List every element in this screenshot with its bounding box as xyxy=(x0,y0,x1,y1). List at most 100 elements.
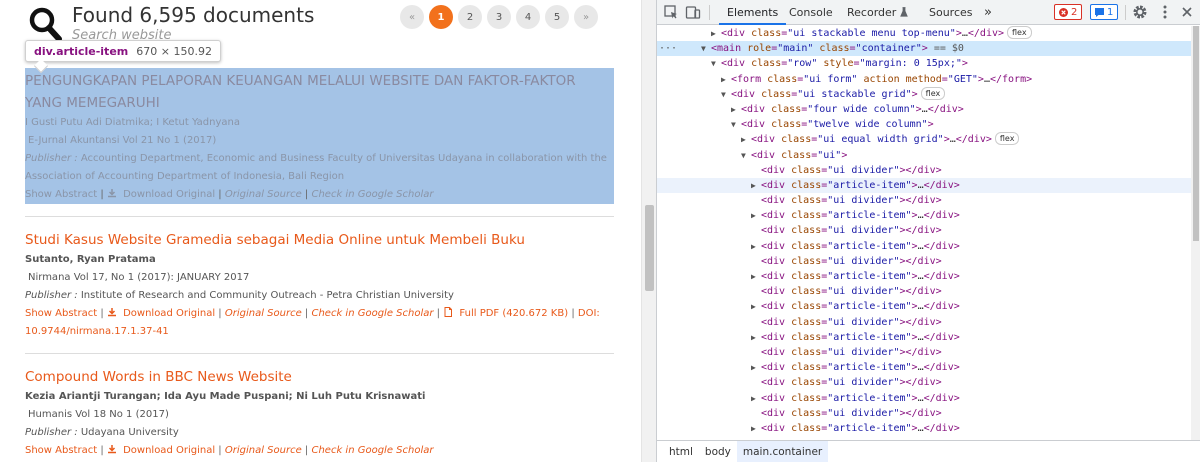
pagination-next-button[interactable]: » xyxy=(574,5,598,29)
dom-node-row[interactable]: <div class="ui divider"></div> xyxy=(657,223,1191,238)
dom-node-markup: <div class="article-item">…</div> xyxy=(761,179,960,191)
expand-triangle-icon[interactable]: ▶ xyxy=(751,299,761,314)
flex-badge[interactable]: flex xyxy=(1007,26,1032,39)
expand-triangle-icon[interactable]: ▶ xyxy=(751,239,761,254)
collapse-triangle-icon[interactable]: ▼ xyxy=(701,41,711,56)
show-abstract-link[interactable]: Show Abstract xyxy=(25,189,97,200)
pagination-prev-button[interactable]: « xyxy=(400,5,424,29)
pagination-page-1[interactable]: 1 xyxy=(429,5,453,29)
dom-node-row[interactable]: ▶ <div class="four wide column">…</div> xyxy=(657,102,1191,117)
google-scholar-link[interactable]: Check in Google Scholar xyxy=(311,189,433,200)
dom-node-row[interactable]: ▶ <div class="article-item">…</div> xyxy=(657,239,1191,254)
breadcrumb-html[interactable]: html xyxy=(663,441,699,462)
expand-triangle-icon[interactable]: ▶ xyxy=(751,208,761,223)
dom-node-row[interactable]: ··· ▼ <main role="main" class="container">… xyxy=(657,41,1191,57)
dom-node-row[interactable]: <div class="ui divider"></div> xyxy=(657,345,1191,360)
dom-node-row[interactable]: ▶ <div class="ui stackable menu top-menu"… xyxy=(657,26,1191,41)
expand-triangle-icon[interactable]: ▶ xyxy=(751,391,761,406)
dom-node-row[interactable]: <div class="ui divider"></div> xyxy=(657,375,1191,390)
expand-triangle-icon[interactable]: ▶ xyxy=(751,421,761,436)
error-count-badge[interactable]: 2 xyxy=(1054,4,1083,20)
dom-tree[interactable]: ▶ <div class="ui stackable menu top-menu"… xyxy=(657,26,1191,440)
pagination-page-5[interactable]: 5 xyxy=(545,5,569,29)
pagination-page-2[interactable]: 2 xyxy=(458,5,482,29)
kebab-menu-icon[interactable] xyxy=(1157,4,1173,20)
flex-badge[interactable]: flex xyxy=(994,132,1020,146)
dom-node-row[interactable]: ▶ <div class="article-item">…</div> xyxy=(657,269,1191,284)
tab-console[interactable]: Console xyxy=(789,0,833,25)
message-count-badge[interactable]: 1 xyxy=(1090,4,1119,20)
dom-node-row[interactable]: ▼ <div class="ui stackable grid"> flex xyxy=(657,86,1191,102)
collapse-triangle-icon[interactable]: ▼ xyxy=(731,117,741,132)
article-title-link[interactable]: Compound Words in BBC News Website xyxy=(25,366,614,388)
dom-tree-scrollbar-thumb[interactable] xyxy=(1193,26,1199,241)
dom-node-markup: <div class="ui divider"></div> xyxy=(761,255,942,267)
expand-triangle-icon[interactable]: ▶ xyxy=(721,72,731,87)
expand-triangle-icon[interactable]: ▶ xyxy=(741,132,751,147)
dom-node-row[interactable]: <div class="ui divider"></div> xyxy=(657,406,1191,421)
collapse-triangle-icon[interactable]: ▼ xyxy=(711,56,721,71)
page-scrollbar-thumb[interactable] xyxy=(645,205,654,291)
original-source-link[interactable]: Original Source xyxy=(225,308,302,319)
download-original-link[interactable]: Download Original xyxy=(123,445,215,456)
google-scholar-link[interactable]: Check in Google Scholar xyxy=(311,308,433,319)
google-scholar-link[interactable]: Check in Google Scholar xyxy=(311,445,433,456)
dom-node-row[interactable]: ▶ <div class="article-item">…</div> xyxy=(657,421,1191,436)
message-icon xyxy=(1095,7,1104,17)
device-toolbar-icon[interactable] xyxy=(685,4,701,20)
dom-node-row[interactable]: ▼ <div class="row" style="margin: 0 15px;… xyxy=(657,56,1191,71)
dom-node-row[interactable]: <div class="ui divider"></div> xyxy=(657,163,1191,178)
pagination-page-3[interactable]: 3 xyxy=(487,5,511,29)
dom-node-row[interactable]: ▶ <div class="article-item">…</div> xyxy=(657,299,1191,314)
publisher-label: Publisher : xyxy=(25,427,78,438)
expand-triangle-icon[interactable]: ▶ xyxy=(751,178,761,193)
article-title-link[interactable]: PENGUNGKAPAN PELAPORAN KEUANGAN MELALUI … xyxy=(25,70,614,114)
dom-node-markup: <div class="twelve wide column"> xyxy=(741,119,934,131)
inspect-element-icon[interactable] xyxy=(663,4,679,20)
download-original-link[interactable]: Download Original xyxy=(123,308,215,319)
more-tabs-button[interactable]: » xyxy=(984,0,992,25)
row-options-dots[interactable]: ··· xyxy=(659,41,677,56)
dom-node-row[interactable]: ▶ <div class="article-item">…</div> xyxy=(657,208,1191,223)
dom-node-row[interactable]: ▶ <div class="article-item">…</div> xyxy=(657,360,1191,375)
dom-node-row[interactable]: ▶ <div class="article-item">…</div> xyxy=(657,177,1191,194)
gear-icon[interactable] xyxy=(1132,4,1148,20)
dom-node-row[interactable]: ▶ <div class="article-item">…</div> xyxy=(657,391,1191,406)
dom-tree-scrollbar[interactable] xyxy=(1191,26,1200,440)
tab-sources[interactable]: Sources xyxy=(929,0,973,25)
collapse-triangle-icon[interactable]: ▼ xyxy=(721,87,731,102)
page-scrollbar[interactable] xyxy=(641,0,656,462)
dom-node-row[interactable]: ▼ <div class="twelve wide column"> xyxy=(657,117,1191,132)
breadcrumb-main-container[interactable]: main.container xyxy=(736,440,829,462)
dom-node-row[interactable]: ▶ <div class="ui equal width grid">…</div… xyxy=(657,132,1191,147)
expand-triangle-icon[interactable]: ▶ xyxy=(711,26,721,41)
article-divider xyxy=(25,216,614,217)
dom-node-row[interactable]: <div class="ui divider"></div> xyxy=(657,284,1191,299)
close-icon[interactable] xyxy=(1179,4,1195,20)
download-original-link[interactable]: Download Original xyxy=(123,189,215,200)
original-source-link[interactable]: Original Source xyxy=(225,189,302,200)
doi-link[interactable]: 10.9744/nirmana.17.1.37-41 xyxy=(25,326,169,337)
expand-triangle-icon[interactable]: ▶ xyxy=(751,360,761,375)
tab-recorder[interactable]: Recorder xyxy=(847,0,908,25)
dom-node-row[interactable]: <div class="ui divider"></div> xyxy=(657,193,1191,208)
expand-triangle-icon[interactable]: ▶ xyxy=(731,102,741,117)
show-abstract-link[interactable]: Show Abstract xyxy=(25,308,97,319)
dom-node-row[interactable]: ▶ <form class="ui form" action method="GE… xyxy=(657,72,1191,87)
search-icon[interactable] xyxy=(28,6,62,42)
article-title-link[interactable]: Studi Kasus Website Gramedia sebagai Med… xyxy=(25,229,614,251)
dom-node-row[interactable]: ▶ <div class="article-item">…</div> xyxy=(657,330,1191,345)
dom-node-row[interactable]: ▼ <div class="ui"> xyxy=(657,148,1191,163)
tab-elements[interactable]: Elements xyxy=(719,0,787,25)
flex-badge[interactable]: flex xyxy=(920,86,946,100)
full-pdf-link[interactable]: Full PDF (420.672 KB) xyxy=(459,308,568,319)
breadcrumb-body[interactable]: body xyxy=(699,441,737,462)
collapse-triangle-icon[interactable]: ▼ xyxy=(741,148,751,163)
pagination-page-4[interactable]: 4 xyxy=(516,5,540,29)
original-source-link[interactable]: Original Source xyxy=(225,445,302,456)
dom-node-row[interactable]: <div class="ui divider"></div> xyxy=(657,254,1191,269)
expand-triangle-icon[interactable]: ▶ xyxy=(751,330,761,345)
dom-node-row[interactable]: <div class="ui divider"></div> xyxy=(657,315,1191,330)
expand-triangle-icon[interactable]: ▶ xyxy=(751,269,761,284)
show-abstract-link[interactable]: Show Abstract xyxy=(25,445,97,456)
